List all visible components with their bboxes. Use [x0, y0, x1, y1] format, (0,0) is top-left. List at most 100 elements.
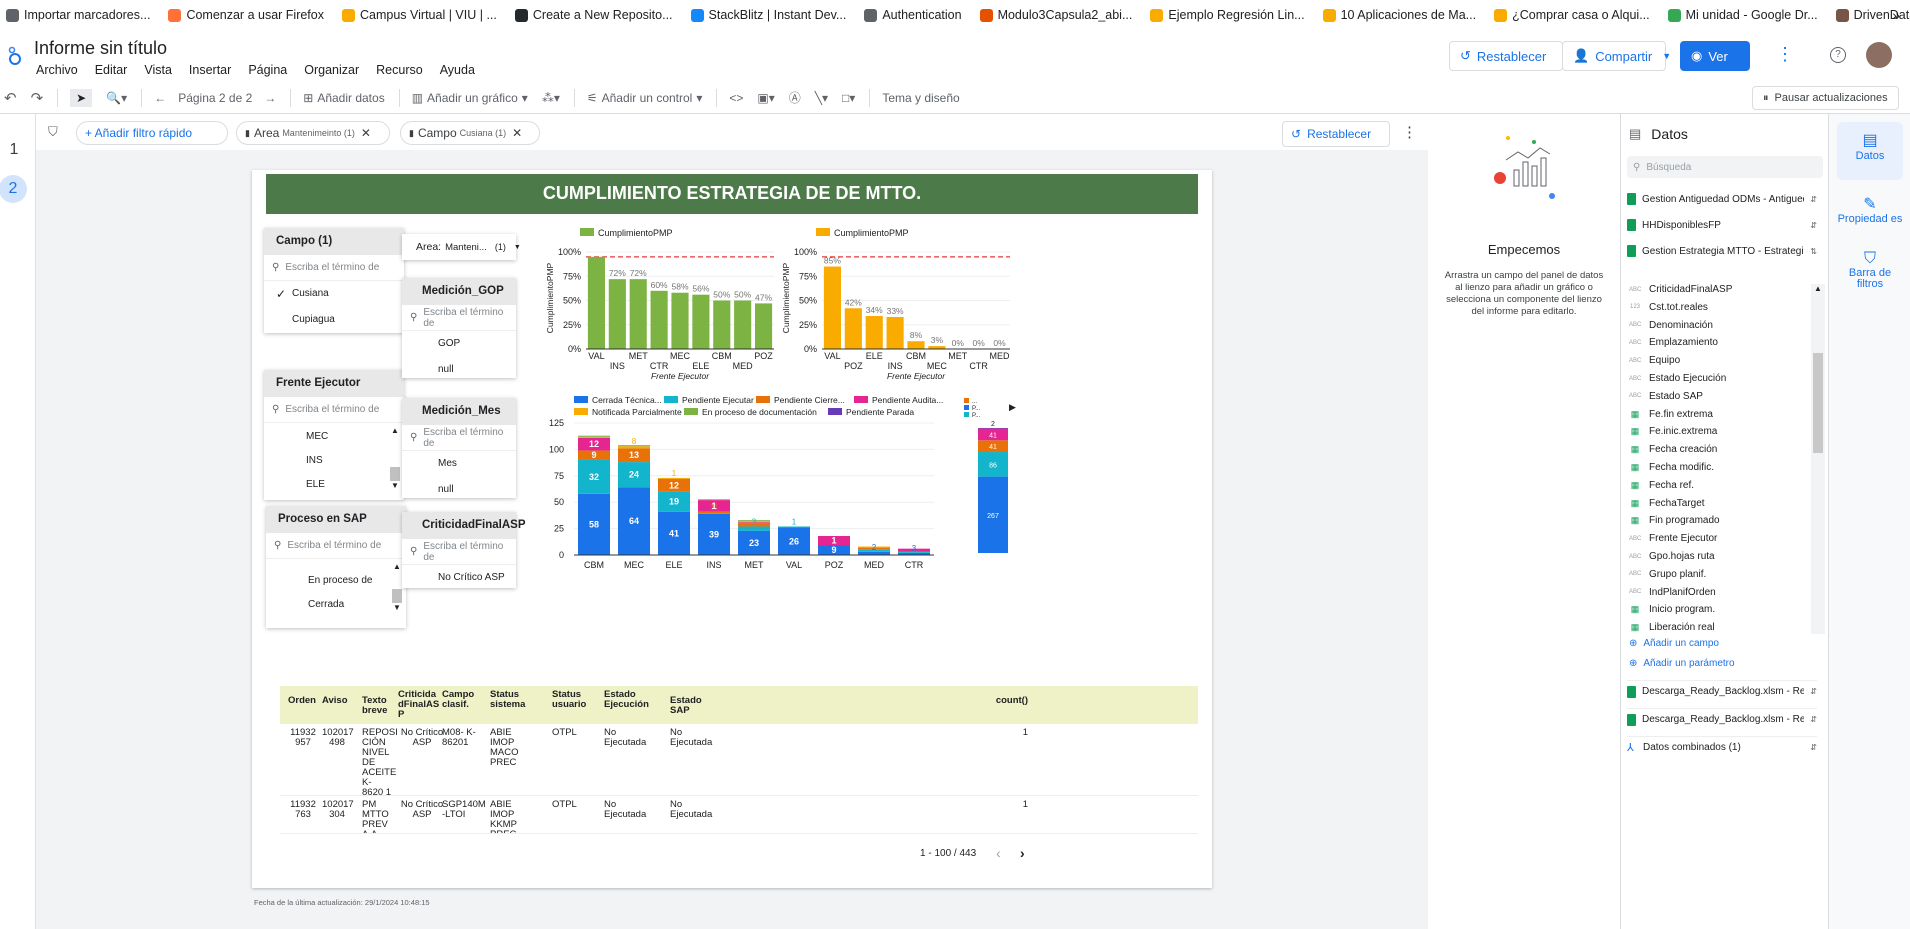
menu-item-página[interactable]: Página	[248, 63, 287, 77]
column-header[interactable]: Texto breve	[362, 696, 394, 716]
field-item[interactable]: ABC Equipo	[1629, 355, 1680, 366]
field-item[interactable]: ▦ Fecha modific.	[1629, 462, 1714, 473]
data-tab[interactable]: ▤ Datos	[1837, 122, 1903, 180]
bar[interactable]	[754, 303, 773, 349]
expand-icon[interactable]: ⇵	[1810, 743, 1817, 752]
bookmarks-more-button[interactable]: »	[1892, 7, 1900, 23]
bar[interactable]	[608, 279, 626, 349]
column-header[interactable]: Status sistema	[490, 690, 534, 710]
list-item[interactable]: Cerrada	[266, 593, 406, 617]
field-item[interactable]: ABC Gpo.hojas ruta	[1629, 551, 1715, 562]
stack-segment[interactable]	[578, 435, 610, 437]
bar[interactable]	[671, 292, 689, 349]
field-item[interactable]: ABC CriticidadFinalASP	[1629, 284, 1732, 295]
stack-segment[interactable]	[978, 428, 1008, 429]
theme-button[interactable]: Tema y diseño	[882, 91, 959, 105]
arrow-forward-icon[interactable]: →	[264, 91, 276, 105]
column-header[interactable]: Criticida dFinalAS P	[398, 690, 442, 720]
legend-next-icon[interactable]: ▶	[1009, 402, 1016, 412]
close-icon[interactable]: ✕	[512, 126, 522, 140]
data-source-item[interactable]: HHDisponiblesFP ⇵	[1627, 214, 1817, 236]
scrollbar[interactable]: ▲	[1811, 284, 1825, 634]
bar[interactable]	[587, 256, 606, 349]
field-item[interactable]: ▦ Fecha creación	[1629, 444, 1718, 455]
bar[interactable]	[907, 341, 925, 349]
looker-studio-logo-icon[interactable]	[6, 44, 24, 66]
close-icon[interactable]: ✕	[361, 126, 371, 140]
table-row[interactable]: 11932 763 102017 304 PM MTTO PREV A.A. No C…	[280, 796, 1198, 834]
code-icon[interactable]: <>	[729, 91, 743, 105]
field-item[interactable]: ABC Emplazamiento	[1629, 337, 1718, 348]
view-button[interactable]: ◉ Ver	[1680, 41, 1750, 71]
field-item[interactable]: ABC Frente Ejecutor	[1629, 533, 1717, 544]
pause-updates-button[interactable]: ⏸ Pausar actualizaciones	[1752, 86, 1899, 110]
community-viz-icon[interactable]: ⁂▾	[542, 91, 560, 105]
bar[interactable]	[713, 300, 731, 350]
more-vert-icon[interactable]: ⋮	[1776, 44, 1794, 65]
field-item[interactable]: ▦ Liberación real	[1629, 622, 1715, 633]
filter-icon[interactable]: ⛉	[48, 124, 58, 140]
chevron-right-icon[interactable]: ›	[1020, 845, 1025, 861]
shape-icon[interactable]: □▾	[842, 91, 855, 105]
share-button[interactable]: 👤 Compartir ▼	[1562, 41, 1671, 71]
menu-item-recurso[interactable]: Recurso	[376, 63, 423, 77]
image-icon[interactable]: ▣▾	[757, 91, 774, 105]
bookmark-item[interactable]: Ejemplo Regresión Lin...	[1150, 8, 1305, 22]
bookmark-item[interactable]: Modulo3Capsula2_abi...	[979, 8, 1132, 22]
text-icon[interactable]: Ⓐ	[789, 89, 801, 106]
bookmark-item[interactable]: Importar marcadores...	[6, 8, 150, 22]
field-item[interactable]: 123 Cst.tot.reales	[1629, 302, 1708, 313]
bookmark-item[interactable]: Comenzar a usar Firefox	[168, 8, 324, 22]
report-title[interactable]: Informe sin título	[34, 38, 167, 59]
menu-item-insertar[interactable]: Insertar	[189, 63, 231, 77]
stack-segment[interactable]	[578, 436, 610, 438]
field-item[interactable]: ABC IndPlanifOrden	[1629, 587, 1716, 598]
arrow-back-icon[interactable]: ←	[154, 91, 166, 105]
menu-item-ayuda[interactable]: Ayuda	[440, 63, 475, 77]
field-item[interactable]: ▦ Fin programado	[1629, 515, 1720, 526]
expand-icon[interactable]: ⇵	[1810, 195, 1817, 204]
page-1-item[interactable]: 1	[0, 136, 28, 164]
chevron-down-icon[interactable]: ▼	[1662, 51, 1671, 61]
field-item[interactable]: ▦ Fe.fin extrema	[1629, 409, 1713, 420]
bar[interactable]	[734, 300, 752, 350]
table-row[interactable]: 11932 957 102017 498 REPOSI CIÓN NIVEL DE …	[280, 724, 1198, 796]
avatar[interactable]	[1866, 42, 1892, 68]
data-table[interactable]: Orden Aviso Texto breve Criticida dFinalAS …	[280, 686, 1198, 874]
field-item[interactable]: ▦ Inicio program.	[1629, 604, 1715, 615]
expand-icon[interactable]: ⇵	[1810, 715, 1817, 724]
data-search-input[interactable]: ⚲ Búsqueda	[1627, 156, 1823, 178]
bookmark-item[interactable]: ¿Comprar casa o Alqui...	[1494, 8, 1650, 22]
data-source-item[interactable]: Descarga_Ready_Backlog.xlsm - ReadyB...⇵	[1627, 680, 1817, 702]
data-source-item[interactable]: Gestion Antiguedad ODMs - Antiguedad...⇵	[1627, 188, 1817, 210]
line-icon[interactable]: ╲▾	[815, 91, 828, 105]
menu-item-vista[interactable]: Vista	[144, 63, 172, 77]
menu-item-organizar[interactable]: Organizar	[304, 63, 359, 77]
stack-segment[interactable]	[738, 526, 770, 531]
add-quick-filter-button[interactable]: + Añadir filtro rápido	[76, 121, 228, 145]
bar[interactable]	[844, 308, 862, 349]
bar[interactable]	[692, 294, 710, 349]
bar[interactable]	[865, 316, 883, 349]
stack-segment[interactable]	[698, 511, 730, 514]
field-item[interactable]: ABC Denominación	[1629, 320, 1713, 331]
menu-item-archivo[interactable]: Archivo	[36, 63, 78, 77]
column-header[interactable]: Estado Ejecución	[604, 690, 649, 710]
help-icon[interactable]: ?	[1830, 47, 1846, 63]
add-data-button[interactable]: ⊞ Añadir datos	[303, 91, 384, 105]
bar[interactable]	[650, 290, 668, 349]
column-header[interactable]: Status usuario	[552, 690, 596, 710]
data-source-item[interactable]: Descarga_Ready_Backlog.xlsm - Reserv...⇵	[1627, 708, 1817, 730]
bookmark-item[interactable]: StackBlitz | Instant Dev...	[690, 8, 846, 22]
filter-chip-area[interactable]: ▮ Area Mantenimeinto (1) ✕	[236, 121, 390, 145]
stack-segment[interactable]	[618, 446, 650, 449]
expand-icon[interactable]: ⇵	[1810, 221, 1817, 230]
page-2-item[interactable]: 2	[0, 175, 27, 203]
field-item[interactable]: ABC Estado Ejecución	[1629, 373, 1726, 384]
properties-tab[interactable]: ✎ Propiedad es	[1837, 186, 1903, 225]
column-header[interactable]: Aviso	[322, 696, 366, 706]
chevron-left-icon[interactable]: ‹	[996, 845, 1001, 861]
add-control-button[interactable]: ⚟ Añadir un control ▾	[587, 91, 703, 105]
stack-segment[interactable]	[658, 477, 690, 479]
bar[interactable]	[823, 266, 842, 349]
